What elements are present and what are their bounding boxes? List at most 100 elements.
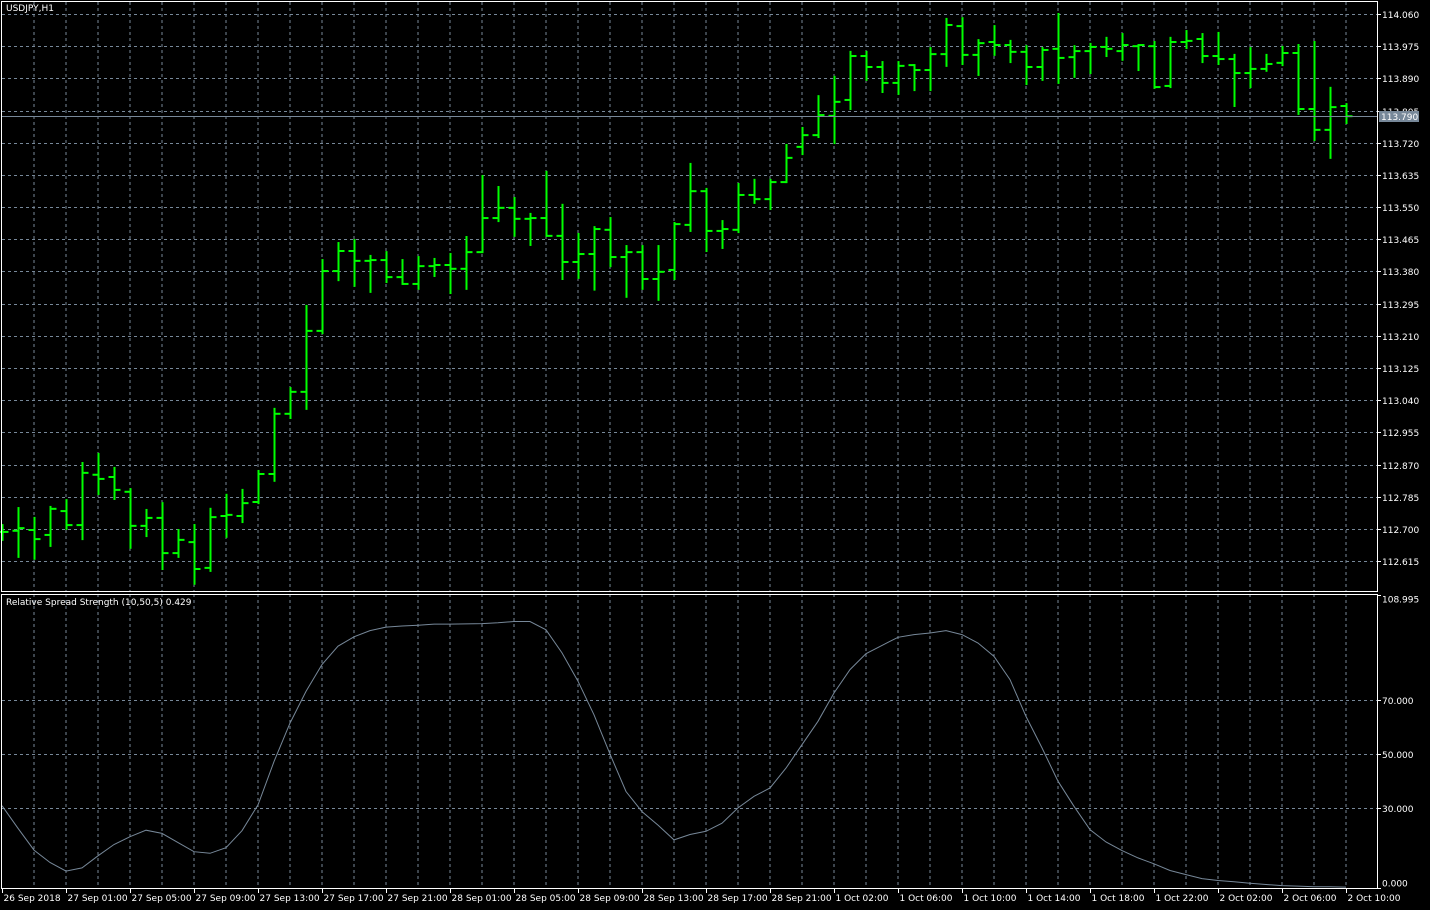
price-bar	[412, 256, 425, 290]
price-bar	[364, 254, 377, 293]
price-bar	[860, 50, 873, 81]
price-bar	[684, 162, 697, 232]
price-bar	[1068, 45, 1081, 78]
price-bar	[1164, 36, 1177, 89]
price-bar	[636, 245, 649, 290]
price-bar	[1308, 41, 1321, 142]
time-tick-label: 1 Oct 10:00	[964, 894, 1017, 904]
indicator-tick-label: 0.000	[1382, 880, 1408, 890]
price-bar	[220, 493, 233, 538]
price-tick-label: 113.125	[1382, 365, 1419, 375]
price-bar	[1004, 39, 1017, 64]
indicator-tick-label: 30.000	[1382, 805, 1414, 815]
chart-window[interactable]: 114.060113.975113.890113.805113.720113.6…	[0, 0, 1430, 910]
price-tick-label: 112.785	[1382, 494, 1419, 504]
time-tick-label: 1 Oct 06:00	[900, 894, 953, 904]
price-bar	[732, 182, 745, 234]
price-bar	[396, 259, 409, 285]
price-bar	[588, 226, 601, 291]
time-tick-label: 2 Oct 02:00	[1220, 894, 1273, 904]
time-axis[interactable]: 26 Sep 2018 27 Sep 01:00 27 Sep 05:00 27 Se…	[2, 888, 1401, 904]
time-tick-label: 1 Oct 02:00	[836, 894, 889, 904]
indicator-tick-label: 50.000	[1382, 751, 1414, 761]
current-price-marker: 113.790	[2, 111, 1419, 123]
time-tick-label: 26 Sep 2018	[4, 894, 61, 904]
price-bar	[300, 304, 313, 410]
price-bar	[828, 75, 841, 145]
main-grid	[2, 2, 1377, 592]
indicator-panel-frame	[1, 594, 1378, 889]
price-bar	[876, 61, 889, 93]
price-bar	[1292, 44, 1305, 115]
price-bar	[972, 39, 985, 76]
indicator-title: Relative Spread Strength (10,50,5) 0.429	[6, 598, 192, 608]
price-bar	[524, 212, 537, 246]
price-bar	[1020, 45, 1033, 86]
price-bar	[1036, 47, 1049, 81]
price-bar	[268, 407, 281, 482]
price-tick-label: 113.465	[1382, 236, 1419, 246]
price-bar	[652, 245, 665, 301]
time-tick-label: 28 Sep 13:00	[644, 894, 704, 904]
time-tick-label: 2 Oct 10:00	[1348, 894, 1401, 904]
price-bar	[12, 507, 25, 558]
indicator-tick-label: 108.995	[1382, 596, 1419, 606]
price-bar	[492, 186, 505, 223]
price-bar	[1340, 103, 1353, 125]
price-bar	[284, 387, 297, 419]
price-tick-label: 113.040	[1382, 397, 1419, 407]
chart-symbol-title: USDJPY,H1	[6, 4, 54, 14]
time-tick-label: 28 Sep 21:00	[772, 894, 832, 904]
price-tick-label: 112.955	[1382, 429, 1419, 439]
price-bar	[716, 220, 729, 249]
price-tick-label: 113.975	[1382, 43, 1419, 53]
time-tick-label: 27 Sep 01:00	[68, 894, 128, 904]
price-bar	[1244, 47, 1257, 89]
price-bar	[92, 452, 105, 496]
price-bar	[188, 524, 201, 585]
time-tick-label: 27 Sep 13:00	[260, 894, 320, 904]
time-tick-label: 28 Sep 17:00	[708, 894, 768, 904]
price-bar	[76, 462, 89, 541]
price-bar	[700, 187, 713, 252]
time-tick-label: 27 Sep 21:00	[388, 894, 448, 904]
price-bar	[156, 502, 169, 571]
price-tick-label: 113.380	[1382, 268, 1419, 278]
time-tick-label: 28 Sep 01:00	[452, 894, 512, 904]
price-bar	[1228, 53, 1241, 107]
price-bar	[956, 17, 969, 65]
panel-frames	[1, 1, 1378, 889]
price-tick-label: 113.720	[1382, 140, 1419, 150]
time-tick-label: 27 Sep 05:00	[132, 894, 192, 904]
price-bar	[236, 488, 249, 524]
price-bar	[444, 253, 457, 295]
price-axis[interactable]: 114.060113.975113.890113.805113.720113.6…	[1377, 11, 1419, 568]
price-bar	[988, 25, 1001, 56]
price-bars	[0, 13, 1353, 585]
time-tick-label: 27 Sep 17:00	[324, 894, 384, 904]
price-bar	[1276, 45, 1289, 67]
price-tick-label: 112.615	[1382, 558, 1419, 568]
price-bar	[172, 529, 185, 558]
price-bar	[1260, 53, 1273, 72]
price-bar	[748, 178, 761, 204]
price-bar	[476, 175, 489, 254]
time-tick-label: 1 Oct 18:00	[1092, 894, 1145, 904]
price-bar	[1084, 42, 1097, 75]
price-tick-label: 112.870	[1382, 462, 1419, 472]
price-tick-label: 112.700	[1382, 526, 1419, 536]
price-bar	[508, 196, 521, 237]
price-bar	[44, 505, 57, 547]
price-bar	[460, 235, 473, 290]
price-bar	[1324, 86, 1337, 159]
price-bar	[604, 217, 617, 268]
price-tick-label: 114.060	[1382, 11, 1419, 21]
time-tick-label: 1 Oct 14:00	[1028, 894, 1081, 904]
price-bar	[908, 64, 921, 92]
price-bar	[108, 466, 121, 500]
price-bar	[940, 17, 953, 67]
price-bar	[1100, 36, 1113, 58]
time-tick-label: 27 Sep 09:00	[196, 894, 256, 904]
price-bar	[252, 469, 265, 505]
main-panel-frame	[1, 1, 1378, 592]
